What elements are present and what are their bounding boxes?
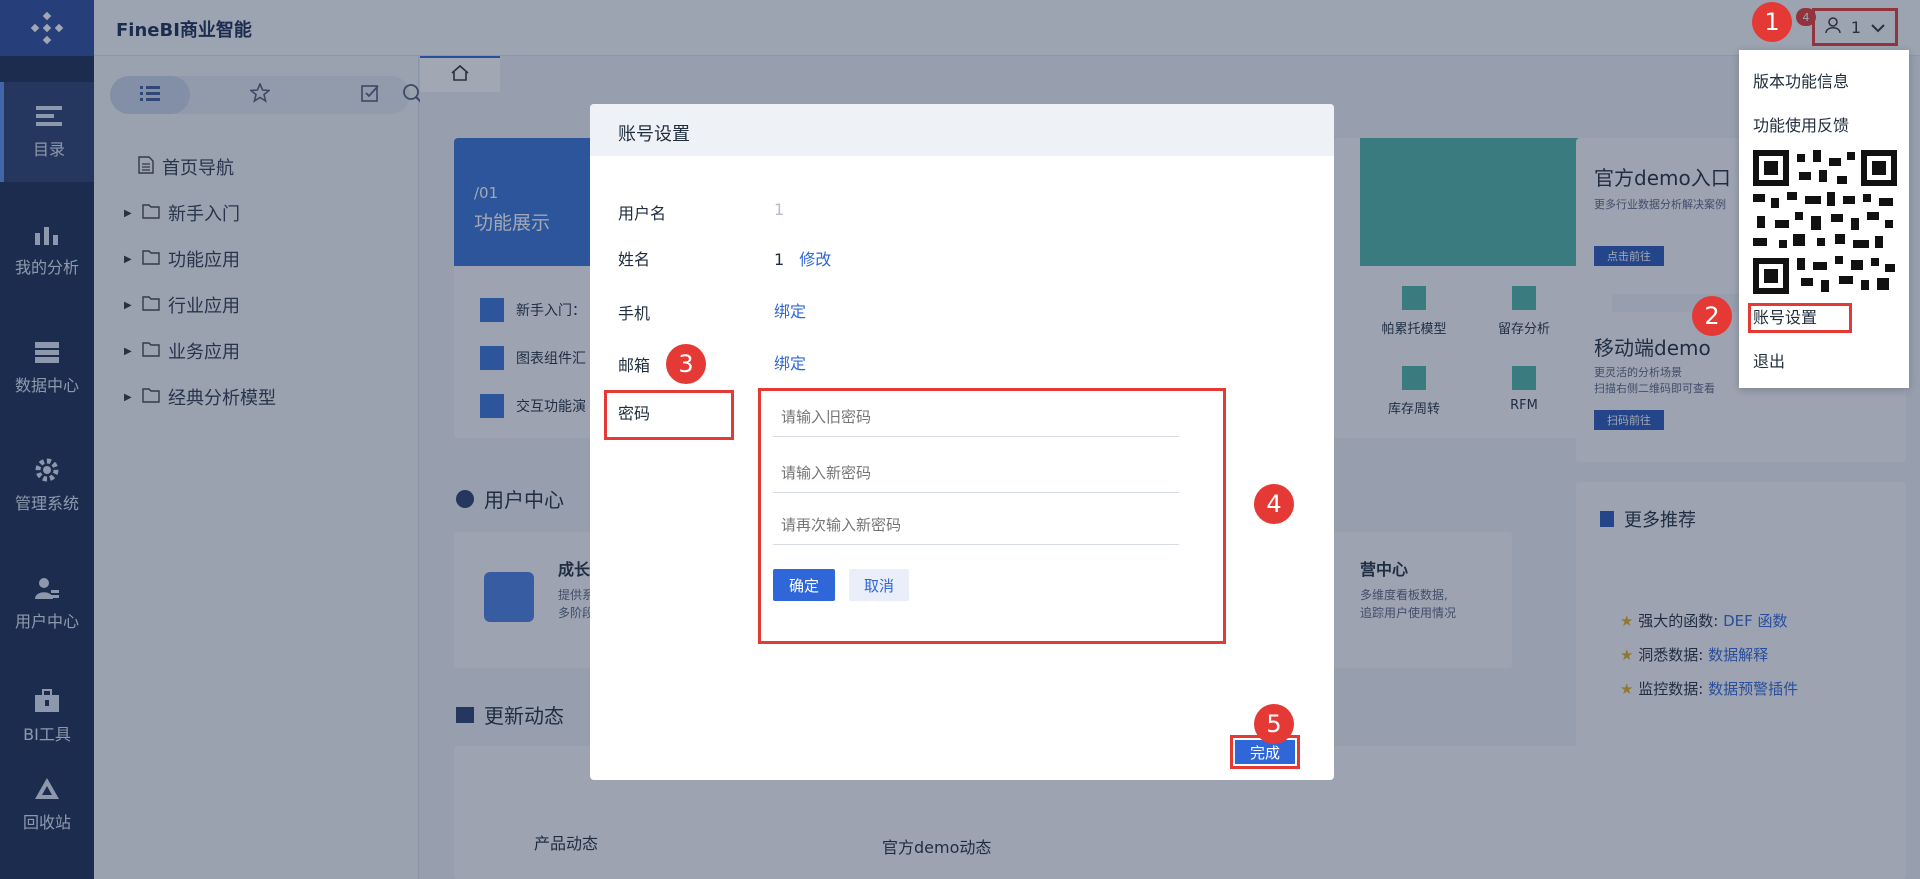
bind-phone-link[interactable]: 绑定 xyxy=(774,298,806,322)
user-dropdown-menu: 版本功能信息 功能使用反馈 账号设置 退出 xyxy=(1739,50,1909,388)
confirm-password-input[interactable] xyxy=(773,505,1179,545)
edit-name-link[interactable]: 修改 xyxy=(799,250,831,269)
old-password-input[interactable] xyxy=(773,397,1179,437)
username-value: 1 xyxy=(774,200,785,219)
step-marker-5: 5 xyxy=(1254,704,1294,744)
password-form: 确定 取消 xyxy=(758,388,1226,644)
highlight-account-settings xyxy=(1748,303,1852,333)
menu-item-version-info[interactable]: 版本功能信息 xyxy=(1753,68,1849,92)
menu-item-logout[interactable]: 退出 xyxy=(1753,348,1785,372)
account-settings-dialog: 账号设置 用户名 1 姓名 1 修改 手机 绑定 邮箱 绑定 密码 确定 取消 … xyxy=(590,104,1334,780)
step-marker-1: 1 xyxy=(1752,2,1792,42)
name-label: 姓名 xyxy=(618,250,651,269)
name-value: 1 xyxy=(774,250,785,269)
done-button[interactable]: 完成 xyxy=(1235,740,1295,764)
email-label: 邮箱 xyxy=(618,356,651,375)
new-password-input[interactable] xyxy=(773,453,1179,493)
bind-email-link[interactable]: 绑定 xyxy=(774,350,806,374)
step-marker-2: 2 xyxy=(1692,296,1732,336)
username-label: 用户名 xyxy=(618,204,667,223)
phone-label: 手机 xyxy=(618,304,651,323)
qr-code-image xyxy=(1753,150,1897,294)
name-field: 1 修改 xyxy=(774,246,831,270)
cancel-button[interactable]: 取消 xyxy=(849,569,909,601)
dialog-title: 账号设置 xyxy=(590,104,1334,156)
confirm-button[interactable]: 确定 xyxy=(773,569,835,601)
step-marker-3: 3 xyxy=(666,344,706,384)
step-marker-4: 4 xyxy=(1254,484,1294,524)
password-label: 密码 xyxy=(618,404,651,423)
menu-item-feedback[interactable]: 功能使用反馈 xyxy=(1753,112,1849,136)
